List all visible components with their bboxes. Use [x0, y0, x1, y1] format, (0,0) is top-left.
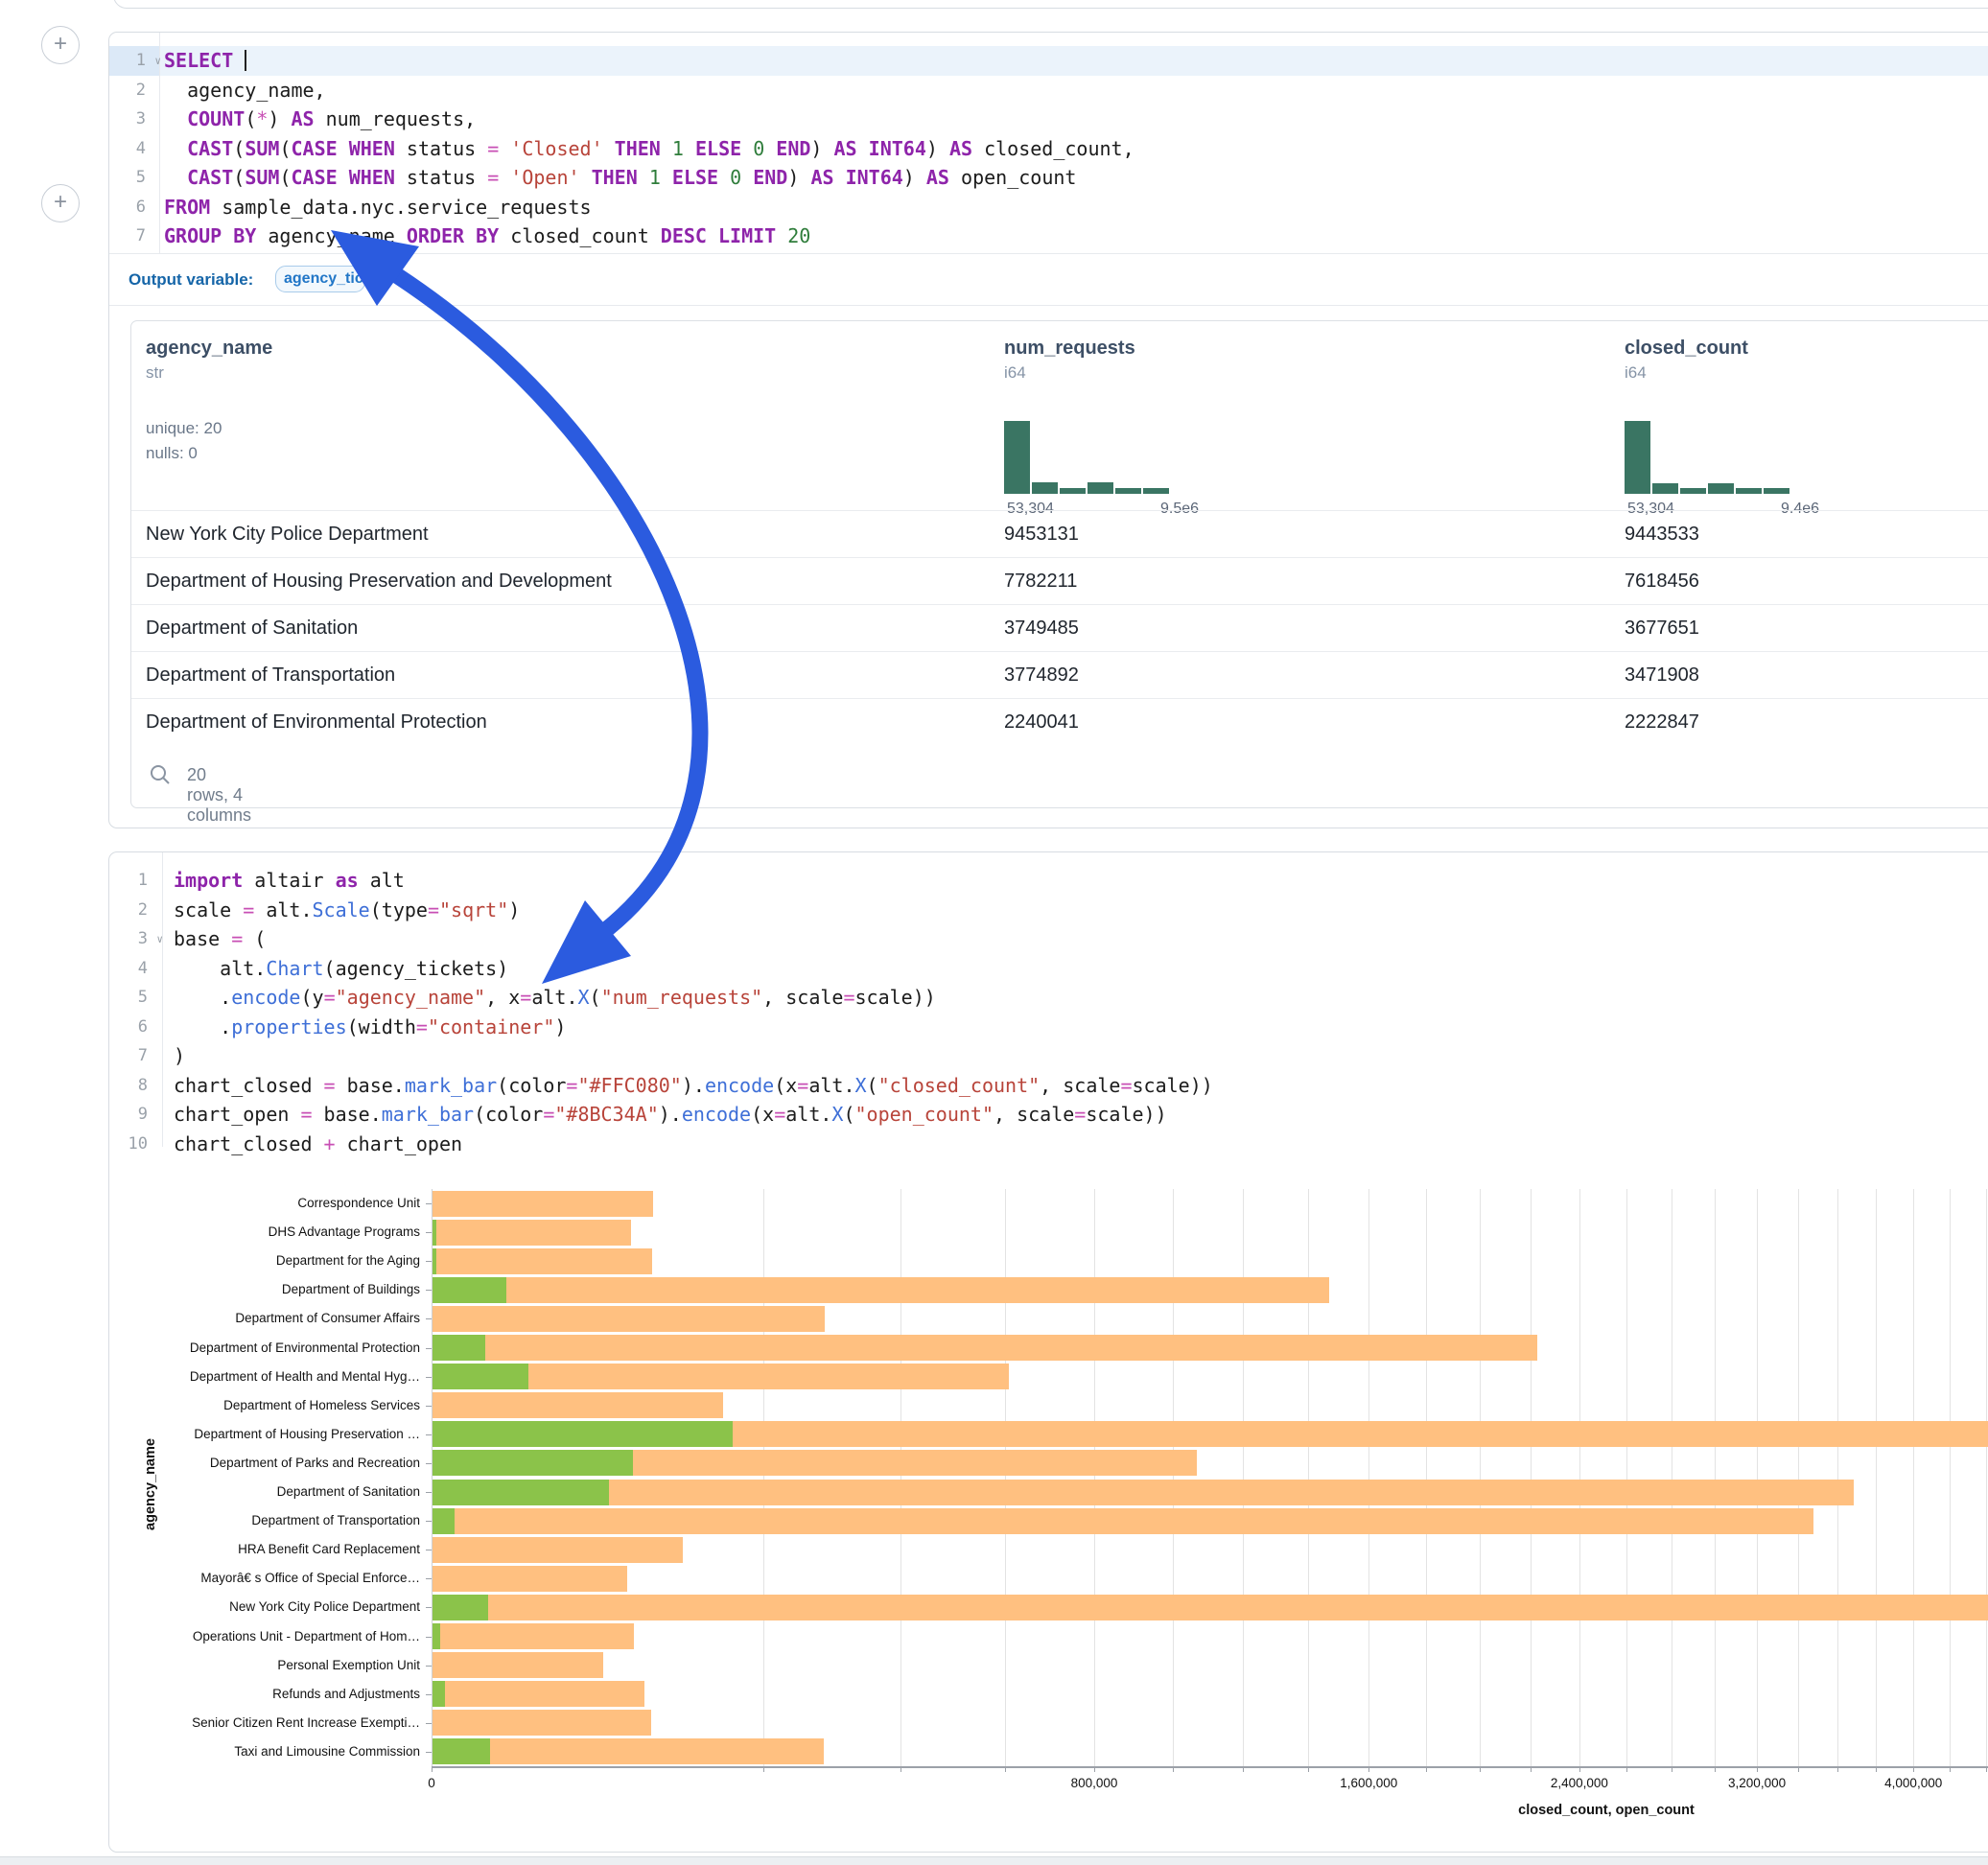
histogram-bar: [1032, 482, 1058, 494]
line-number: 2: [109, 896, 148, 925]
add-cell-button-top[interactable]: +: [41, 26, 80, 64]
gutter-divider: [162, 852, 163, 1147]
histogram-bar: [1764, 488, 1789, 494]
line-number: 6: [109, 193, 146, 222]
line-number: 1: [109, 866, 148, 896]
code-line[interactable]: .encode(y="agency_name", x=alt.X("num_re…: [174, 983, 1213, 1013]
column-header-agency-name[interactable]: agency_name str unique: 20 nulls: 0: [146, 338, 272, 463]
search-icon[interactable]: [149, 763, 172, 786]
histogram-bar: [1143, 488, 1169, 494]
code-line[interactable]: CAST(SUM(CASE WHEN status = 'Closed' THE…: [164, 134, 1134, 164]
column-dtype: i64: [1004, 363, 1135, 383]
code-line[interactable]: FROM sample_data.nyc.service_requests: [164, 193, 1134, 222]
column-header-closed-count[interactable]: closed_count i64 53,304 9.4e6: [1625, 338, 1748, 383]
code-line[interactable]: scale = alt.Scale(type="sqrt"): [174, 896, 1213, 925]
column-stat-unique: unique: 20: [146, 419, 272, 438]
histogram-bar: [1736, 488, 1762, 494]
code-line[interactable]: chart_open = base.mark_bar(color="#8BC34…: [174, 1100, 1213, 1130]
table-row[interactable]: Department of Environmental Protection 22…: [131, 698, 1988, 746]
line-number: 4: [109, 134, 146, 164]
code-line[interactable]: import altair as alt: [174, 866, 1213, 896]
sql-cell-card: 1∨234567 SELECT agency_name, COUNT(*) AS…: [108, 32, 1988, 828]
cell-divider: [109, 305, 1988, 306]
histogram-bar: [1004, 421, 1030, 494]
num-requests-histogram: [1004, 421, 1169, 494]
output-variable-row: Output variable: agency_tickets: [129, 253, 1988, 305]
line-number: 3∨: [109, 924, 148, 954]
code-line[interactable]: ): [174, 1041, 1213, 1071]
histogram-bar: [1088, 482, 1113, 494]
code-fold-icon[interactable]: ∨: [156, 925, 163, 955]
python-code-editor[interactable]: import altair as altscale = alt.Scale(ty…: [174, 866, 1213, 1158]
histogram-bar: [1680, 488, 1706, 494]
code-line[interactable]: COUNT(*) AS num_requests,: [164, 105, 1134, 134]
line-number: 5: [109, 983, 148, 1013]
column-dtype: i64: [1625, 363, 1748, 383]
table-row[interactable]: Department of Transportation 3774892 34719…: [131, 651, 1988, 699]
table-cell: 3677651: [1625, 605, 1699, 652]
table-row[interactable]: New York City Police Department 9453131 94…: [131, 510, 1988, 558]
table-row[interactable]: Department of Housing Preservation and D…: [131, 557, 1988, 605]
histogram-bar: [1625, 421, 1650, 494]
histogram-bar: [1708, 483, 1734, 494]
table-cell: 3749485: [1004, 605, 1079, 652]
table-cell: 7618456: [1625, 558, 1699, 605]
column-stat-nulls: nulls: 0: [146, 444, 272, 463]
table-cell: Department of Sanitation: [146, 605, 358, 652]
line-number: 1∨: [109, 46, 146, 76]
sql-code-editor[interactable]: SELECT agency_name, COUNT(*) AS num_requ…: [164, 46, 1134, 251]
result-table-panel: agency_name str unique: 20 nulls: 0 num_…: [130, 320, 1988, 808]
output-variable-pill[interactable]: agency_tickets: [275, 266, 365, 292]
table-cell: Department of Housing Preservation and D…: [146, 558, 612, 605]
line-number: 7: [109, 221, 146, 251]
table-cell: Department of Environmental Protection: [146, 699, 487, 746]
code-line[interactable]: base = (: [174, 924, 1213, 954]
table-cell: 2222847: [1625, 699, 1699, 746]
code-line[interactable]: chart_closed + chart_open: [174, 1130, 1213, 1159]
line-number: 9: [109, 1100, 148, 1130]
previous-cell-edge: [113, 0, 1988, 9]
code-line[interactable]: CAST(SUM(CASE WHEN status = 'Open' THEN …: [164, 163, 1134, 193]
line-number: 10: [109, 1130, 148, 1159]
column-name: closed_count: [1625, 338, 1748, 360]
row-count-text: 20 rows, 4 columns: [187, 765, 251, 826]
histogram-bar: [1652, 483, 1678, 494]
table-cell: 7782211: [1004, 558, 1077, 605]
column-name: num_requests: [1004, 338, 1135, 360]
line-number: 2: [109, 76, 146, 105]
code-line[interactable]: alt.Chart(agency_tickets): [174, 954, 1213, 984]
closed-count-histogram: [1625, 421, 1789, 494]
python-line-numbers: 123∨45678910: [109, 866, 148, 1158]
code-line[interactable]: SELECT: [164, 46, 1134, 76]
code-line[interactable]: agency_name,: [164, 76, 1134, 105]
table-cell: 9453131: [1004, 511, 1079, 558]
table-cell: Department of Transportation: [146, 652, 395, 699]
code-line[interactable]: .properties(width="container"): [174, 1013, 1213, 1042]
line-number: 4: [109, 954, 148, 984]
table-row[interactable]: Department of Sanitation 3749485 3677651: [131, 604, 1988, 652]
table-cell: 3774892: [1004, 652, 1079, 699]
code-fold-icon[interactable]: ∨: [154, 47, 161, 77]
output-variable-label: Output variable:: [129, 270, 253, 290]
code-line[interactable]: chart_closed = base.mark_bar(color="#FFC…: [174, 1071, 1213, 1101]
table-cell: 2240041: [1004, 699, 1079, 746]
histogram-bar: [1060, 488, 1086, 494]
code-line[interactable]: GROUP BY agency_name ORDER BY closed_cou…: [164, 221, 1134, 251]
sql-line-numbers: 1∨234567: [109, 46, 146, 251]
column-name: agency_name: [146, 338, 272, 360]
line-number: 3: [109, 105, 146, 134]
table-cell: 9443533: [1625, 511, 1699, 558]
table-cell: New York City Police Department: [146, 511, 429, 558]
column-header-num-requests[interactable]: num_requests i64 53,304 9.5e6: [1004, 338, 1135, 383]
line-number: 5: [109, 163, 146, 193]
histogram-bar: [1115, 488, 1141, 494]
column-dtype: str: [146, 363, 272, 383]
table-cell: 3471908: [1625, 652, 1699, 699]
line-number: 6: [109, 1013, 148, 1042]
line-number: 7: [109, 1041, 148, 1071]
text-cursor: [245, 50, 246, 71]
line-number: 8: [109, 1071, 148, 1101]
python-cell-card: 123∨45678910 import altair as altscale =…: [108, 851, 1988, 1853]
add-cell-button-middle[interactable]: +: [41, 184, 80, 222]
